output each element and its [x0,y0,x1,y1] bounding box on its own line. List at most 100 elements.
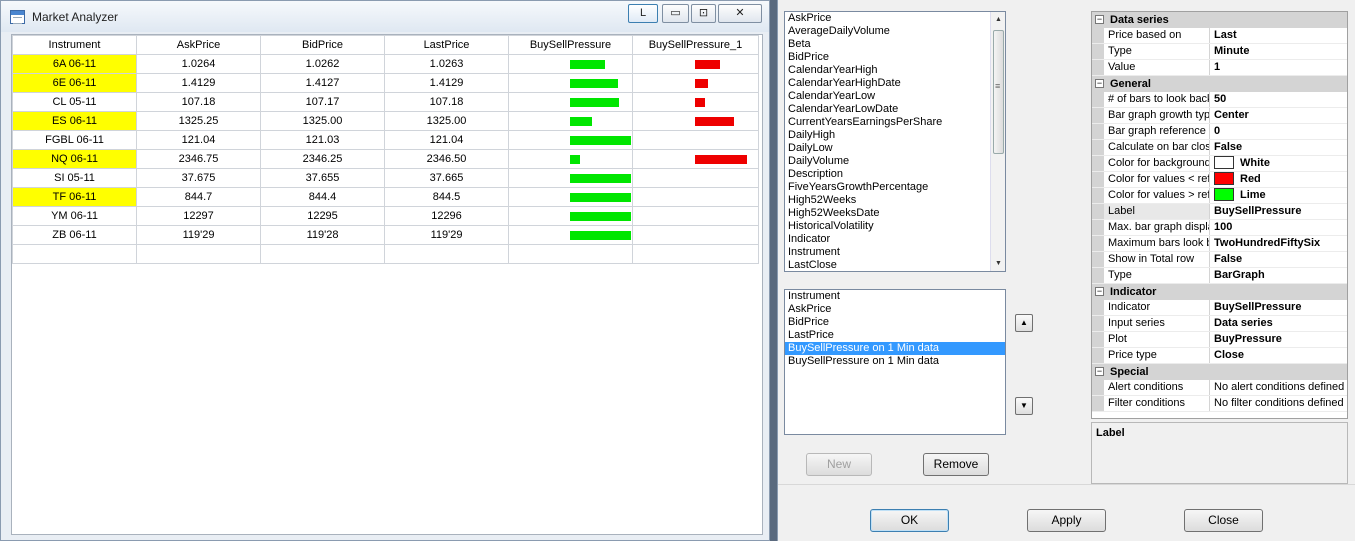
cell-instrument[interactable]: CL 05-11 [12,92,137,112]
property-name[interactable]: Plot [1104,332,1210,347]
property-value[interactable]: White [1210,156,1347,171]
cell-bidprice[interactable]: 37.655 [260,168,385,188]
list-item[interactable]: CalendarYearLowDate [785,103,1005,116]
property-row[interactable]: # of bars to look back 50 [1092,92,1347,108]
property-name[interactable]: Value [1104,60,1210,75]
cell-buysellpressure[interactable] [508,187,633,207]
property-row[interactable]: Label BuySellPressure [1092,204,1347,220]
cell-buysellpressure-1[interactable] [632,149,759,169]
empty-cell[interactable] [136,244,261,264]
property-name[interactable]: Price type [1104,348,1210,363]
property-value[interactable]: No alert conditions defined [1210,380,1347,395]
scroll-down-icon[interactable]: ▼ [991,256,1005,271]
cell-buysellpressure-1[interactable] [632,225,759,245]
selected-columns-list[interactable]: Instrument AskPrice BidPrice LastPrice BuySe… [784,289,1006,435]
cell-bidprice[interactable]: 119'28 [260,225,385,245]
list-item[interactable]: Description [785,168,1005,181]
list-item[interactable]: HistoricalVolatility [785,220,1005,233]
market-grid[interactable]: Instrument AskPrice BidPrice LastPrice B… [11,34,763,535]
property-name[interactable]: Label [1104,204,1210,219]
list-item[interactable]: Instrument [785,246,1005,259]
property-name[interactable]: Show in Total row [1104,252,1210,267]
list-item[interactable]: CalendarYearHigh [785,64,1005,77]
property-row[interactable]: Bar graph reference value 0 [1092,124,1347,140]
lock-button[interactable]: L [628,4,658,23]
empty-cell[interactable] [508,244,633,264]
cell-buysellpressure[interactable] [508,73,633,93]
property-value[interactable]: Last [1210,28,1347,43]
cell-buysellpressure[interactable] [508,225,633,245]
table-row[interactable]: SI 05-11 37.675 37.655 37.665 [12,168,759,188]
property-row[interactable]: Input series Data series [1092,316,1347,332]
cell-askprice[interactable]: 12297 [136,206,261,226]
empty-cell[interactable] [384,244,509,264]
property-row[interactable]: Price based on Last [1092,28,1347,44]
property-value[interactable]: Red [1210,172,1347,187]
available-list-scrollbar[interactable]: ▲ ▼ [990,12,1005,271]
column-header-instrument[interactable]: Instrument [12,35,137,55]
property-value[interactable]: TwoHundredFiftySix [1210,236,1347,251]
title-bar[interactable]: Market Analyzer L ▭ ⊡ ✕ [1,1,769,32]
list-item[interactable]: CalendarYearHighDate [785,77,1005,90]
empty-cell[interactable] [260,244,385,264]
move-up-button[interactable]: ▲ [1015,314,1033,332]
property-name[interactable]: # of bars to look back [1104,92,1210,107]
property-name[interactable]: Color for values > reference [1104,188,1210,203]
property-row[interactable]: Value 1 [1092,60,1347,76]
property-row[interactable]: Plot BuyPressure [1092,332,1347,348]
property-name[interactable]: Maximum bars look back [1104,236,1210,251]
cell-lastprice[interactable]: 844.5 [384,187,509,207]
empty-row[interactable] [12,244,759,264]
cell-lastprice[interactable]: 37.665 [384,168,509,188]
list-item[interactable]: AskPrice [785,12,1005,25]
cell-bidprice[interactable]: 1.0262 [260,54,385,74]
property-value[interactable]: False [1210,252,1347,267]
cell-bidprice[interactable]: 107.17 [260,92,385,112]
list-item[interactable]: BidPrice [785,51,1005,64]
cell-askprice[interactable]: 1.0264 [136,54,261,74]
table-row[interactable]: ZB 06-11 119'29 119'28 119'29 [12,225,759,245]
property-row[interactable]: Color for values > reference Lime [1092,188,1347,204]
cell-lastprice[interactable]: 2346.50 [384,149,509,169]
property-value[interactable]: BuySellPressure [1210,300,1347,315]
cell-lastprice[interactable]: 1.0263 [384,54,509,74]
cell-bidprice[interactable]: 12295 [260,206,385,226]
minimize-button[interactable]: ▭ [662,4,689,23]
move-down-button[interactable]: ▼ [1015,397,1033,415]
cell-bidprice[interactable]: 121.03 [260,130,385,150]
property-name[interactable]: Bar graph growth type [1104,108,1210,123]
cell-lastprice[interactable]: 107.18 [384,92,509,112]
table-row[interactable]: YM 06-11 12297 12295 12296 [12,206,759,226]
property-row[interactable]: Type Minute [1092,44,1347,60]
property-name[interactable]: Indicator [1104,300,1210,315]
property-category[interactable]: − Data series [1092,12,1347,28]
property-row[interactable]: Max. bar graph display 100 [1092,220,1347,236]
maximize-button[interactable]: ⊡ [691,4,716,23]
cell-buysellpressure-1[interactable] [632,206,759,226]
cell-askprice[interactable]: 37.675 [136,168,261,188]
cell-instrument[interactable]: NQ 06-11 [12,149,137,169]
property-name[interactable]: Bar graph reference value [1104,124,1210,139]
table-row[interactable]: TF 06-11 844.7 844.4 844.5 [12,187,759,207]
list-item[interactable]: DailyVolume [785,155,1005,168]
scroll-thumb[interactable] [993,30,1004,154]
list-item[interactable]: Indicator [785,233,1005,246]
list-item[interactable]: BuySellPressure on 1 Min data [785,342,1005,355]
ok-button[interactable]: OK [870,509,949,532]
property-value[interactable]: BarGraph [1210,268,1347,283]
property-name[interactable]: Calculate on bar close [1104,140,1210,155]
cell-lastprice[interactable]: 1.4129 [384,73,509,93]
property-value[interactable]: False [1210,140,1347,155]
list-item[interactable]: High52Weeks [785,194,1005,207]
cell-buysellpressure[interactable] [508,92,633,112]
property-row[interactable]: Indicator BuySellPressure [1092,300,1347,316]
cell-buysellpressure-1[interactable] [632,92,759,112]
collapse-icon[interactable]: − [1095,15,1104,24]
property-name[interactable]: Price based on [1104,28,1210,43]
property-name[interactable]: Color for values < reference [1104,172,1210,187]
property-value[interactable]: BuySellPressure [1210,204,1347,219]
property-row[interactable]: Type BarGraph [1092,268,1347,284]
property-value[interactable]: No filter conditions defined [1210,396,1347,411]
property-category[interactable]: − General [1092,76,1347,92]
property-value[interactable]: Lime [1210,188,1347,203]
